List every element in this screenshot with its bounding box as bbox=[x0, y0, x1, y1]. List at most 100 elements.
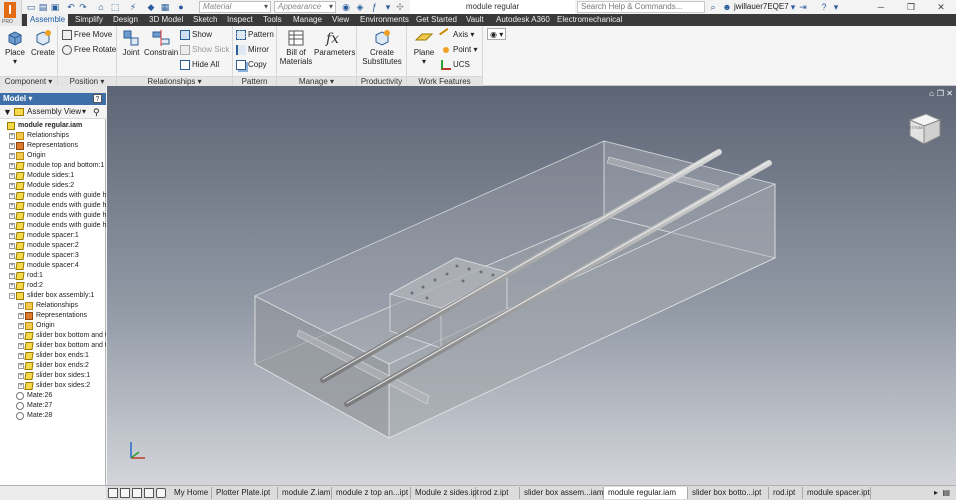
viewcube-home-icon[interactable]: ⌂ bbox=[929, 89, 934, 98]
restore-icon[interactable]: ❐ bbox=[900, 1, 922, 13]
document-tab[interactable]: My Home bbox=[170, 487, 212, 499]
ucs-button[interactable]: UCS bbox=[441, 59, 470, 71]
find-binoculars-icon[interactable]: ⚲ bbox=[93, 106, 100, 118]
tab-design[interactable]: Design bbox=[110, 14, 141, 26]
layout-tile-icon[interactable] bbox=[120, 488, 130, 498]
bom-icon[interactable]: ▦ bbox=[160, 2, 170, 12]
tree-item[interactable]: + slider box ends:1 bbox=[0, 351, 106, 361]
clear-appearance-icon[interactable]: ◉ bbox=[341, 2, 351, 12]
document-tab[interactable]: Module z sides.ipt bbox=[411, 487, 479, 499]
constrain-button[interactable]: Constrain bbox=[144, 28, 178, 57]
copy-button[interactable]: Copy bbox=[236, 59, 267, 71]
expand-icon[interactable]: + bbox=[18, 383, 24, 389]
tab-get-started[interactable]: Get Started bbox=[413, 14, 460, 26]
expand-icon[interactable]: + bbox=[9, 133, 15, 139]
expand-icon[interactable]: + bbox=[9, 183, 15, 189]
user-icon[interactable]: ☻ bbox=[722, 2, 732, 12]
manage-panel-title[interactable]: Manage ▾ bbox=[277, 76, 356, 86]
tab-autodesk-a360[interactable]: Autodesk A360 bbox=[493, 14, 553, 26]
expand-icon[interactable]: + bbox=[9, 233, 15, 239]
tree-item[interactable]: + module spacer:1 bbox=[0, 231, 106, 241]
tabs-list-icon[interactable]: ▤ bbox=[942, 487, 950, 499]
expand-icon[interactable]: + bbox=[9, 203, 15, 209]
place-button[interactable]: Place ▾ bbox=[2, 28, 28, 66]
update-icon[interactable]: ⚡ bbox=[128, 2, 138, 12]
document-tab[interactable]: module regular.iam bbox=[604, 487, 688, 499]
new-file-icon[interactable]: ▭ bbox=[26, 2, 36, 12]
material-select[interactable]: Material bbox=[199, 1, 271, 13]
joint-button[interactable]: Joint bbox=[119, 28, 143, 57]
tab-vault[interactable]: Vault bbox=[463, 14, 487, 26]
appearance-sphere-icon[interactable]: ● bbox=[176, 2, 186, 12]
close-icon[interactable]: ✕ bbox=[930, 1, 952, 13]
tree-item[interactable]: module regular.iam bbox=[0, 121, 106, 131]
create-substitutes-button[interactable]: Create Substitutes bbox=[359, 28, 405, 66]
model-canvas[interactable] bbox=[107, 86, 956, 485]
tree-item[interactable]: + Representations bbox=[0, 311, 106, 321]
layout-single-icon[interactable] bbox=[108, 488, 118, 498]
help-dropdown-icon[interactable]: ▾ bbox=[831, 2, 841, 12]
color-override-icon[interactable]: ◆ bbox=[146, 2, 156, 12]
expand-icon[interactable]: + bbox=[9, 273, 15, 279]
minimize-icon[interactable]: ─ bbox=[870, 1, 892, 13]
document-tab[interactable]: rod z.ipt bbox=[476, 487, 520, 499]
tree-item[interactable]: + Origin bbox=[0, 321, 106, 331]
show-sick-button[interactable]: Show Sick bbox=[180, 44, 229, 56]
expand-icon[interactable]: + bbox=[18, 323, 24, 329]
expand-icon[interactable]: + bbox=[9, 223, 15, 229]
home-icon[interactable]: ⌂ bbox=[96, 2, 106, 12]
tree-item[interactable]: Mate:28 bbox=[0, 411, 106, 421]
expand-icon[interactable]: + bbox=[9, 253, 15, 259]
expand-icon[interactable]: + bbox=[9, 263, 15, 269]
parameters-button[interactable]: fx Parameters bbox=[314, 28, 355, 57]
tab-tools[interactable]: Tools bbox=[260, 14, 285, 26]
free-rotate-button[interactable]: Free Rotate bbox=[62, 44, 116, 56]
expand-icon[interactable]: + bbox=[18, 343, 24, 349]
appearance-select[interactable]: Appearance bbox=[274, 1, 336, 13]
ribbon-options-dropdown[interactable]: ◉ ▾ bbox=[487, 28, 507, 40]
relationships-panel-title[interactable]: Relationships ▾ bbox=[117, 76, 232, 86]
select-icon[interactable]: ⬚ bbox=[110, 2, 120, 12]
expand-icon[interactable]: + bbox=[9, 213, 15, 219]
tree-item[interactable]: + module ends with guide holes:3 bbox=[0, 211, 106, 221]
tree-item[interactable]: + module ends with guide holes:4 bbox=[0, 221, 106, 231]
adjust-icon[interactable]: ◈ bbox=[355, 2, 365, 12]
tree-item[interactable]: + module top and bottom:1 bbox=[0, 161, 106, 171]
expand-icon[interactable]: + bbox=[9, 163, 15, 169]
position-panel-title[interactable]: Position ▾ bbox=[58, 76, 116, 86]
tree-item[interactable]: + slider box ends:2 bbox=[0, 361, 106, 371]
tree-item[interactable]: + rod:2 bbox=[0, 281, 106, 291]
tab-sketch[interactable]: Sketch bbox=[190, 14, 220, 26]
viewcube[interactable]: BOTTOM bbox=[904, 108, 944, 150]
expand-icon[interactable]: + bbox=[9, 153, 15, 159]
tab-environments[interactable]: Environments bbox=[357, 14, 412, 26]
layout-menu-icon[interactable] bbox=[156, 488, 166, 498]
layout-vertical-icon[interactable] bbox=[144, 488, 154, 498]
viewport-restore-icon[interactable]: ❐ bbox=[937, 89, 944, 98]
expand-icon[interactable]: + bbox=[9, 283, 15, 289]
module-assembly-model[interactable] bbox=[254, 140, 777, 439]
fx-icon[interactable]: ƒ bbox=[369, 2, 379, 12]
expand-icon[interactable]: + bbox=[18, 373, 24, 379]
assembly-view-select[interactable]: Assembly View bbox=[27, 106, 81, 118]
document-tab[interactable]: module spacer.ipt bbox=[803, 487, 871, 499]
tree-item[interactable]: Mate:26 bbox=[0, 391, 106, 401]
tree-item[interactable]: + Relationships bbox=[0, 301, 106, 311]
tab-manage[interactable]: Manage bbox=[290, 14, 325, 26]
app-menu-button[interactable]: I PRO bbox=[0, 0, 22, 26]
tree-item[interactable]: + module spacer:4 bbox=[0, 261, 106, 271]
tree-item[interactable]: Mate:27 bbox=[0, 401, 106, 411]
mirror-button[interactable]: Mirror bbox=[236, 44, 269, 56]
model-browser-header[interactable]: Model ▾ bbox=[0, 93, 106, 105]
tree-item[interactable]: + Module sides:1 bbox=[0, 171, 106, 181]
help-search-input[interactable]: Search Help & Commands... bbox=[577, 1, 705, 13]
create-button[interactable]: Create bbox=[30, 28, 56, 57]
expand-icon[interactable]: + bbox=[18, 353, 24, 359]
point-button[interactable]: Point ▾ bbox=[441, 44, 477, 56]
tree-item[interactable]: + Representations bbox=[0, 141, 106, 151]
undo-icon[interactable]: ↶ bbox=[66, 2, 76, 12]
free-move-button[interactable]: Free Move bbox=[62, 29, 112, 41]
document-tab[interactable]: module Z.iam bbox=[278, 487, 332, 499]
save-icon[interactable]: ▣ bbox=[50, 2, 60, 12]
tree-item[interactable]: + rod:1 bbox=[0, 271, 106, 281]
